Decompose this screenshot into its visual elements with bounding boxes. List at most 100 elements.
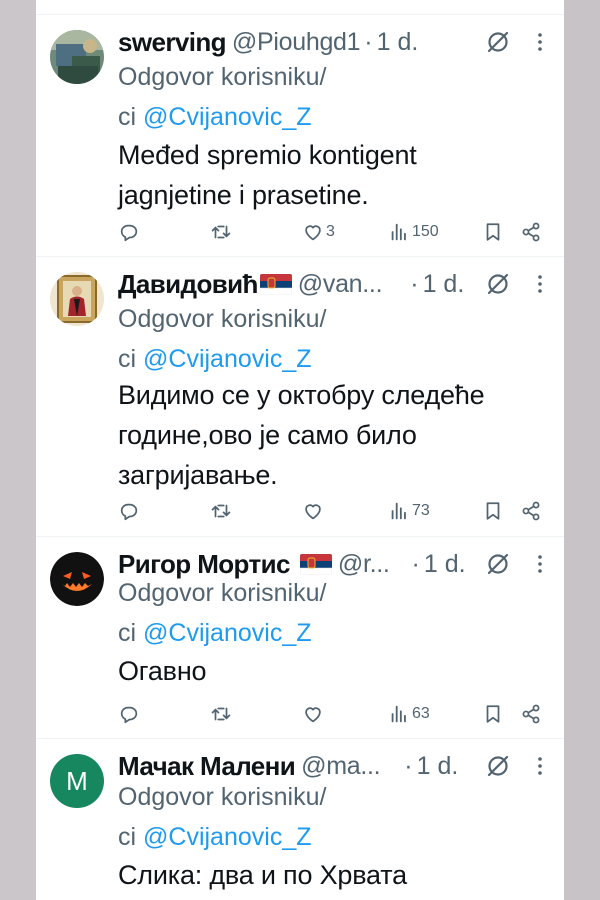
serbian-flag-icon [299,553,332,575]
heart-icon [305,225,321,241]
bookmark-button[interactable] [482,496,504,526]
views-button[interactable]: 150 [388,217,439,247]
tweet-text-line: Međed spremio kontigent [118,140,417,170]
tweet[interactable]: swerving @Piouhgd1 · 1 d. Odgovor korisn… [36,15,564,257]
reply-prefix-2: ci [118,345,137,373]
tweet[interactable]: Давидовић @van... · 1 d. Odgovor korisni… [36,257,564,537]
display-name[interactable]: Давидовић [118,269,258,300]
repost-icon [211,707,231,721]
action-bar: 73 [118,496,558,526]
repost-icon [211,225,231,239]
views-button[interactable]: 73 [388,496,430,526]
bookmark-icon [486,705,500,723]
handle[interactable]: @Piouhgd1 [232,28,361,57]
reply-prefix-2: ci [118,619,137,647]
heart-icon [305,707,321,723]
tweet-text-line: Видимо се у октобру следеће [118,380,485,410]
share-button[interactable] [520,699,542,729]
reply-mention-link[interactable]: @Cvijanovic_Z [143,619,311,647]
reply-prefix: Odgovor korisniku/ [118,783,327,811]
share-icon [522,501,540,521]
repost-icon [211,504,231,518]
display-name[interactable]: swerving [118,27,227,58]
tweet-text: Слика: два и по Хрвата [118,855,548,895]
like-button[interactable] [302,496,326,526]
grok-icon[interactable] [485,753,511,779]
handle[interactable]: @van... [298,270,383,299]
right-margin [564,0,600,900]
action-bar: 63 [118,699,558,729]
timestamp[interactable]: 1 d. [377,28,419,57]
tweet[interactable]: Ригор Мортис @r... · 1 d. Odgovor korisn… [36,537,564,739]
avatar[interactable] [50,272,104,326]
left-margin [0,0,36,900]
share-icon [522,222,540,242]
replying-to: Odgovor korisniku/ ci @Cvijanovic_Z [118,299,498,379]
repost-button[interactable] [210,496,232,526]
more-options-icon[interactable] [536,753,544,779]
reply-prefix: Odgovor korisniku/ [118,579,327,607]
reply-icon [120,224,138,242]
tweet-text-line: jagnjetine i prasetine. [118,180,369,210]
reply-prefix: Odgovor korisniku/ [118,63,327,91]
views-icon [391,223,406,241]
tweet-header: swerving @Piouhgd1 · 1 d. [118,25,548,59]
views-button[interactable]: 63 [388,699,430,729]
separator: · [410,269,419,298]
replying-to: Odgovor korisniku/ ci @Cvijanovic_Z [118,573,498,653]
reply-button[interactable] [118,699,140,729]
avatar[interactable] [50,552,104,606]
reply-prefix-2: ci [118,103,137,131]
reply-button[interactable] [118,217,140,247]
views-icon [391,705,406,723]
reply-mention-link[interactable]: @Cvijanovic_Z [143,823,311,851]
tweet-text-line: Слика: два и по Хрвата [118,860,407,890]
bookmark-button[interactable] [482,217,504,247]
avatar[interactable]: M [50,754,104,808]
tweet-header: Давидовић @van... · 1 d. [118,267,548,301]
like-count: 3 [326,223,335,240]
repost-button[interactable] [210,217,232,247]
bookmark-icon [486,223,500,241]
reply-mention-link[interactable]: @Cvijanovic_Z [143,103,311,131]
reply-prefix-2: ci [118,823,137,851]
tweet-text: Видимо се у октобру следеће године,ово ј… [118,375,548,495]
action-bar: 3 150 [118,217,558,247]
more-options-icon[interactable] [536,29,544,55]
tweet-text-line: загријавање. [118,460,278,490]
reply-icon [120,706,138,724]
reply-mention-link[interactable]: @Cvijanovic_Z [143,345,311,373]
tweet-text: Međed spremio kontigent jagnjetine i pra… [118,135,548,215]
serbian-flag-icon [259,273,292,295]
share-button[interactable] [520,496,542,526]
share-button[interactable] [520,217,542,247]
reply-button[interactable] [118,496,140,526]
tweet[interactable]: M Мачак Малени @ma... · 1 d. Odgovor kor… [36,739,564,900]
grok-icon[interactable] [485,29,511,55]
reply-icon [120,503,138,521]
tweet-text-line: Огавно [118,656,207,686]
bookmark-icon [486,502,500,520]
views-icon [391,502,406,520]
like-button[interactable] [302,699,326,729]
like-button[interactable]: 3 [302,217,335,247]
heart-icon [305,504,321,520]
bookmark-button[interactable] [482,699,504,729]
avatar-letter: M [66,765,88,796]
views-count: 150 [412,223,439,240]
repost-button[interactable] [210,699,232,729]
share-icon [522,704,540,724]
more-options-icon[interactable] [536,551,544,577]
timestamp[interactable]: 1 d. [423,270,465,299]
reply-feed: swerving @Piouhgd1 · 1 d. Odgovor korisn… [36,0,564,900]
replying-to: Odgovor korisniku/ ci @Cvijanovic_Z [118,777,498,857]
avatar[interactable] [50,30,104,84]
separator: · [364,27,373,56]
reply-prefix: Odgovor korisniku/ [118,305,327,333]
views-count: 63 [412,705,430,722]
grok-icon[interactable] [485,271,511,297]
tweet-text-line: године,ово је само било [118,420,417,450]
tweet-text: Огавно [118,651,548,691]
more-options-icon[interactable] [536,271,544,297]
replying-to: Odgovor korisniku/ ci @Cvijanovic_Z [118,57,498,137]
